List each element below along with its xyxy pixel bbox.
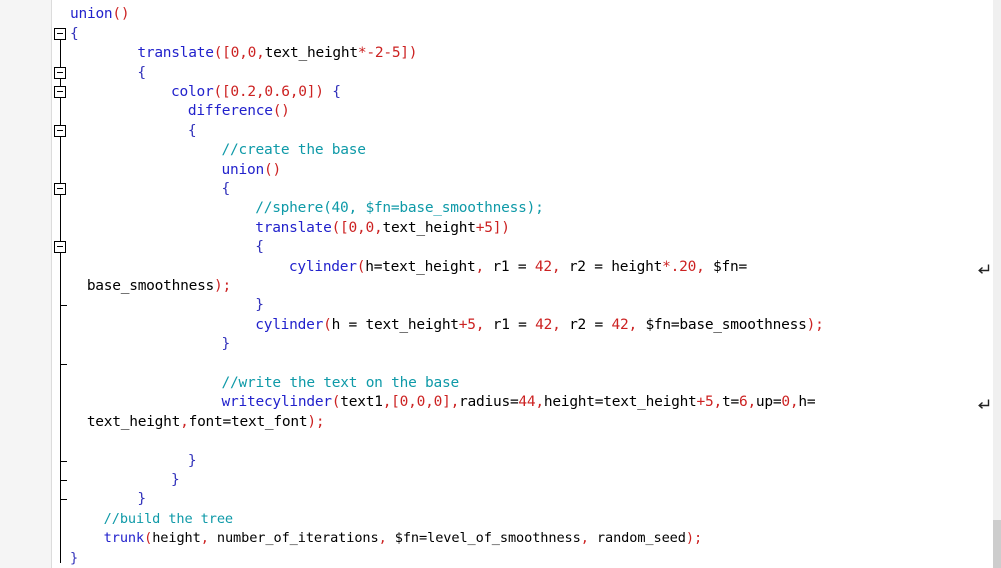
code-line[interactable]: //create the base (222, 141, 366, 160)
fold-end-marker (60, 499, 67, 501)
fold-end-marker (60, 480, 67, 481)
code-line[interactable]: cylinder(h = text_height+5, r1 = 42, r2 … (255, 316, 824, 335)
code-line[interactable]: } (255, 296, 264, 315)
code-line[interactable]: { (70, 25, 79, 44)
word-wrap-arrow-icon (977, 261, 991, 275)
code-folding-column[interactable] (52, 0, 70, 568)
code-line[interactable]: { (188, 122, 197, 141)
code-line[interactable]: color([0.2,0.6,0]) { (171, 83, 341, 102)
fold-collapse-icon[interactable] (54, 66, 66, 79)
code-content[interactable]: union(){translate([0,0,text_height*-2-5]… (70, 0, 1001, 568)
code-line[interactable]: difference() (188, 102, 290, 121)
line-number-gutter (0, 0, 52, 568)
code-line[interactable]: union() (222, 161, 282, 180)
code-line[interactable]: cylinder(h=text_height, r1 = 42, r2 = he… (289, 258, 747, 277)
code-line[interactable]: translate([0,0,text_height*-2-5]) (137, 44, 417, 63)
code-line[interactable]: //write the text on the base (222, 374, 460, 393)
code-line[interactable]: { (255, 238, 264, 257)
code-line[interactable]: translate([0,0,text_height+5]) (255, 219, 510, 238)
code-line[interactable]: trunk(height, number_of_iterations, $fn=… (104, 529, 702, 548)
vertical-scrollbar-track[interactable] (993, 0, 1001, 568)
fold-collapse-icon[interactable] (54, 124, 66, 137)
code-line[interactable]: { (137, 64, 146, 83)
code-line[interactable]: { (222, 180, 231, 199)
fold-collapse-icon[interactable] (54, 183, 66, 195)
code-line[interactable]: union() (70, 5, 130, 24)
code-line-wrapped-continuation[interactable]: text_height,font=text_font); (87, 413, 325, 432)
fold-end-marker (60, 305, 67, 307)
code-editor[interactable]: 2622632642652662672682692702712722732742… (0, 0, 1001, 568)
code-line[interactable]: writecylinder(text1,[0,0,0],radius=44,he… (222, 393, 816, 412)
code-line[interactable]: } (137, 490, 146, 509)
code-line[interactable]: } (222, 335, 231, 354)
code-line[interactable]: //sphere(40, $fn=base_smoothness); (255, 199, 544, 218)
fold-collapse-icon[interactable] (54, 86, 66, 98)
word-wrap-arrow-icon (977, 396, 991, 410)
fold-collapse-icon[interactable] (54, 241, 66, 254)
fold-end-marker (60, 460, 67, 462)
code-line-wrapped-continuation[interactable]: base_smoothness); (87, 277, 231, 296)
fold-end-marker (60, 363, 67, 365)
fold-spine (60, 28, 61, 563)
code-line[interactable]: } (70, 549, 78, 568)
code-line[interactable]: } (188, 452, 197, 471)
code-line[interactable]: //build the tree (104, 510, 233, 529)
vertical-scrollbar-thumb[interactable] (993, 520, 1001, 568)
fold-collapse-icon[interactable] (54, 27, 66, 40)
code-line[interactable]: } (171, 471, 180, 490)
